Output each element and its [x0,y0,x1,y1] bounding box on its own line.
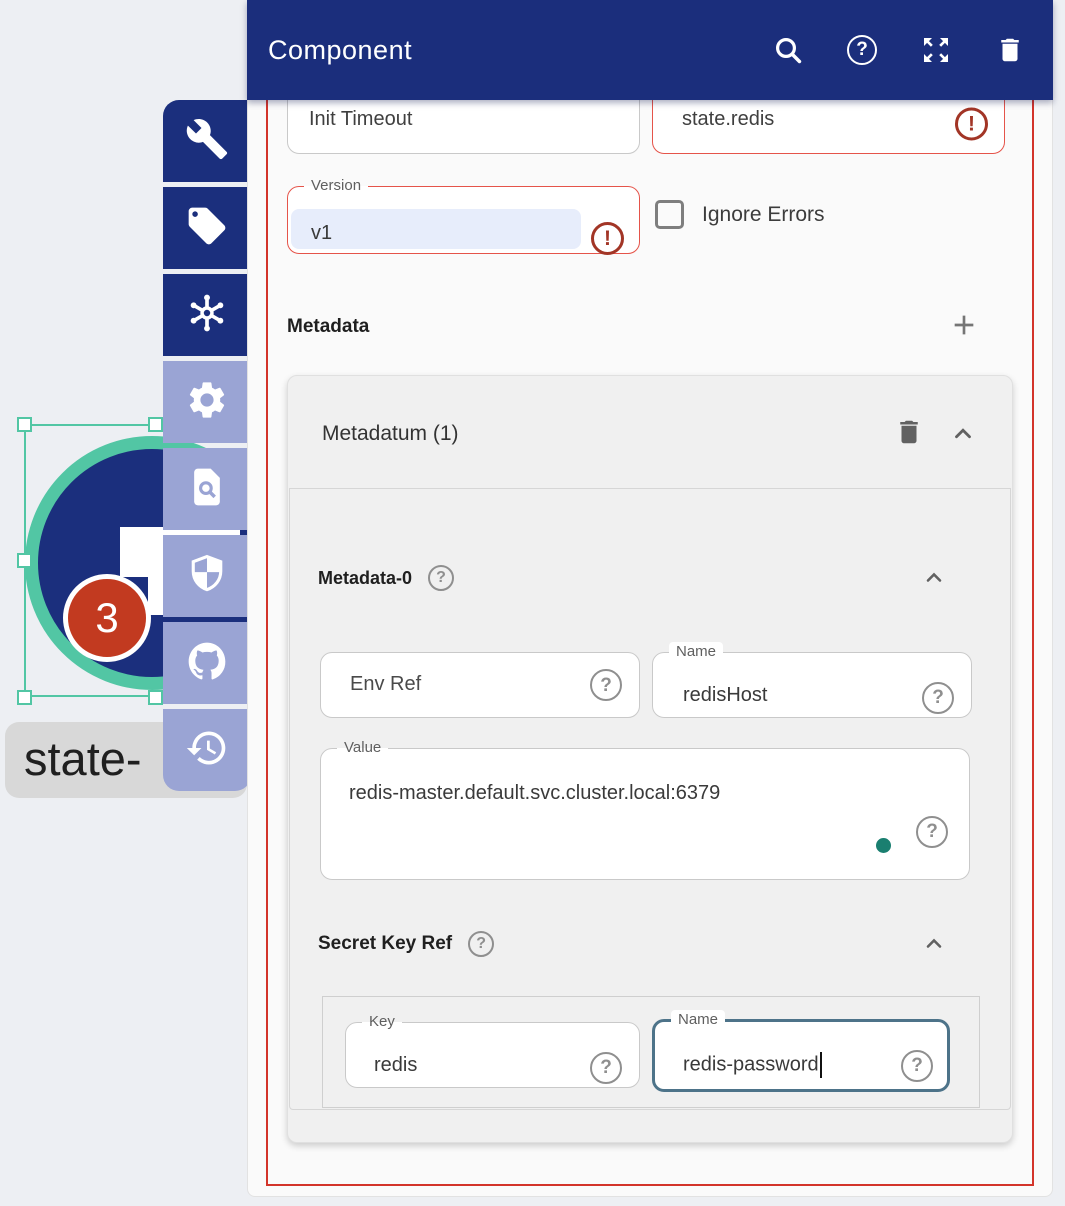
env-ref-label: Env Ref [350,673,421,695]
resize-handle-s[interactable] [148,690,163,705]
help-icon[interactable] [590,1052,622,1084]
add-metadata-button[interactable] [948,309,980,346]
node-toolbar [163,100,251,791]
name-label: Name [669,642,723,662]
configure-button[interactable] [163,100,251,182]
resize-handle-n[interactable] [148,417,163,432]
key-value: redis [374,1054,417,1077]
value-text: redis-master.default.svc.cluster.local:6… [349,782,720,805]
name-field[interactable]: Name redisHost [652,642,972,718]
tag-icon [185,204,229,253]
help-icon[interactable] [428,565,454,591]
metadata-heading: Metadata [287,316,369,338]
doc-search-icon [185,465,229,514]
init-timeout-label: Init Timeout [309,108,412,130]
connections-button[interactable] [163,274,251,356]
secret-name-field[interactable]: Name redis-password [652,1010,950,1092]
search-icon[interactable] [771,33,805,67]
ignore-errors-checkbox[interactable] [655,200,684,229]
collapse-metadatum-button[interactable] [950,421,976,447]
settings-button[interactable] [163,361,251,443]
panel-header: Component [247,0,1053,100]
resize-handle-nw[interactable] [17,417,32,432]
collapse-metadata0-button[interactable] [922,566,946,590]
tag-button[interactable] [163,187,251,269]
version-field[interactable]: Version v1 [287,176,640,254]
resize-handle-w[interactable] [17,553,32,568]
fullscreen-icon[interactable] [919,33,953,67]
wrench-icon [185,117,229,166]
key-label: Key [362,1012,402,1032]
inspect-schema-button[interactable] [163,448,251,530]
help-icon[interactable] [845,33,879,67]
delete-icon[interactable] [993,33,1027,67]
help-icon[interactable] [922,682,954,714]
autofill-highlight [291,209,581,249]
type-value: state.redis [682,108,774,130]
text-cursor [820,1052,822,1078]
panel-title: Component [268,35,412,66]
metadata0-heading: Metadata-0 [318,568,412,589]
value-field[interactable]: Value redis-master.default.svc.cluster.l… [320,738,970,880]
error-icon [955,107,988,140]
policy-button[interactable] [163,535,251,617]
name-value: redisHost [683,684,767,707]
metadatum-title: Metadatum (1) [322,422,459,446]
history-button[interactable] [163,709,251,791]
secret-key-ref-heading: Secret Key Ref [318,933,452,955]
help-icon[interactable] [916,816,948,848]
secret-name-value: redis-password [683,1053,819,1075]
hub-icon [185,291,229,340]
shield-icon [185,552,229,601]
help-icon[interactable] [590,669,622,701]
history-icon [185,726,229,775]
delete-metadatum-button[interactable] [894,417,924,452]
gear-icon [185,378,229,427]
collapse-secret-button[interactable] [922,932,946,956]
ignore-errors-label: Ignore Errors [702,200,825,230]
version-label: Version [304,176,368,196]
drag-dot [876,838,891,853]
github-icon [185,639,229,688]
github-button[interactable] [163,622,251,704]
value-label: Value [337,738,388,758]
error-icon [591,222,624,255]
help-icon[interactable] [468,931,494,957]
error-count-badge: 3 [63,574,151,662]
env-ref-field[interactable]: Env Ref [320,652,640,718]
help-icon[interactable] [901,1050,933,1082]
version-value: v1 [311,222,332,245]
secret-name-label: Name [671,1010,725,1030]
resize-handle-sw[interactable] [17,690,32,705]
key-field[interactable]: Key redis [345,1012,640,1088]
app-canvas: 3 state- [0,0,1065,1206]
question-glyph [847,35,877,65]
